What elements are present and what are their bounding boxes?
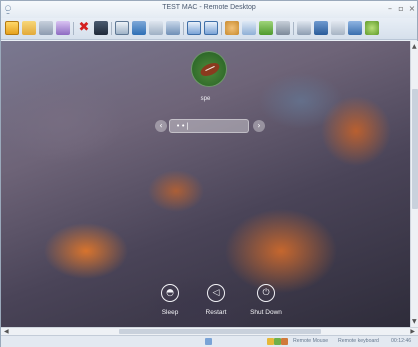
- tools-icon[interactable]: [39, 21, 53, 35]
- chat-icon[interactable]: [242, 21, 256, 35]
- scroll-left-icon[interactable]: ◀: [4, 328, 9, 335]
- connection-icon: [205, 338, 212, 345]
- keyboard-icon[interactable]: [149, 21, 163, 35]
- scroll-up-icon[interactable]: ▲: [412, 43, 417, 50]
- restart-button[interactable]: ◁ Restart: [189, 284, 243, 324]
- gear-icon[interactable]: [348, 21, 362, 35]
- users-icon[interactable]: [225, 21, 239, 35]
- toolbar-separator: [73, 22, 74, 35]
- restart-label: Restart: [205, 309, 227, 316]
- fullscreen-icon[interactable]: [115, 21, 129, 35]
- scroll-down-icon[interactable]: ▼: [412, 318, 417, 325]
- vertical-scroll-thumb[interactable]: [412, 89, 418, 209]
- trash-icon[interactable]: [276, 21, 290, 35]
- toolbar-separator: [111, 22, 112, 35]
- network-icon: [274, 338, 281, 345]
- display-icon[interactable]: [166, 21, 180, 35]
- maximize-button[interactable]: ▫: [396, 3, 406, 15]
- shutdown-button[interactable]: ⏻ Shut Down: [239, 284, 293, 324]
- scroll-right-icon[interactable]: ▶: [410, 328, 415, 335]
- minimize-button[interactable]: –: [385, 3, 395, 15]
- toolbar: ✖: [1, 18, 417, 40]
- user-avatar[interactable]: [191, 51, 227, 87]
- title-bar: ⍜ TEST MAC - Remote Desktop – ▫ ×: [1, 1, 417, 18]
- remote-desktop-window: ⍜ TEST MAC - Remote Desktop – ▫ × ✖ spe …: [0, 0, 418, 347]
- football-icon: [198, 60, 222, 79]
- shutdown-label: Shut Down: [250, 309, 282, 316]
- paste-icon[interactable]: [204, 21, 218, 35]
- disconnect-icon[interactable]: ✖: [77, 21, 91, 35]
- monitor-icon[interactable]: [132, 21, 146, 35]
- folder-icon[interactable]: [22, 21, 36, 35]
- session-time: 00:12:46: [391, 338, 412, 344]
- status-bar: Remote Mouse Remote keyboard 00:12:46: [1, 335, 418, 347]
- wand-icon[interactable]: [56, 21, 70, 35]
- activity-icon: [281, 338, 288, 345]
- toolbar-separator: [183, 22, 184, 35]
- restart-icon: ◁: [207, 284, 225, 302]
- refresh-icon[interactable]: [365, 21, 379, 35]
- horizontal-scrollbar[interactable]: ◀ ▶: [1, 327, 418, 335]
- password-input[interactable]: ••|: [169, 119, 249, 133]
- remote-mouse-status: Remote Mouse: [293, 338, 329, 344]
- connect-icon[interactable]: [5, 21, 19, 35]
- lock-icon: [267, 338, 274, 345]
- screen-icon[interactable]: [94, 21, 108, 35]
- username-label: spe: [200, 96, 211, 102]
- settings-icon[interactable]: [331, 21, 345, 35]
- window-title: TEST MAC - Remote Desktop: [162, 4, 256, 11]
- submit-arrow-icon[interactable]: ›: [253, 120, 265, 132]
- remote-screen[interactable]: spe ‹ ••| › ◓ Sleep ◁ Restart ⏻ Shut Dow…: [1, 41, 410, 327]
- toolbar-separator: [293, 22, 294, 35]
- horizontal-scroll-thumb[interactable]: [119, 329, 321, 334]
- sleep-icon: ◓: [161, 284, 179, 302]
- toolbar-separator: [221, 22, 222, 35]
- close-button[interactable]: ×: [407, 3, 417, 15]
- remote-keyboard-status: Remote keyboard: [338, 338, 379, 344]
- signal-icon[interactable]: [259, 21, 273, 35]
- copy-icon[interactable]: [187, 21, 201, 35]
- vertical-scrollbar[interactable]: ▲ ▼: [410, 41, 418, 327]
- back-arrow-icon[interactable]: ‹: [155, 120, 167, 132]
- group-icon[interactable]: [314, 21, 328, 35]
- power-icon: ⏻: [257, 284, 275, 302]
- window-icon[interactable]: [297, 21, 311, 35]
